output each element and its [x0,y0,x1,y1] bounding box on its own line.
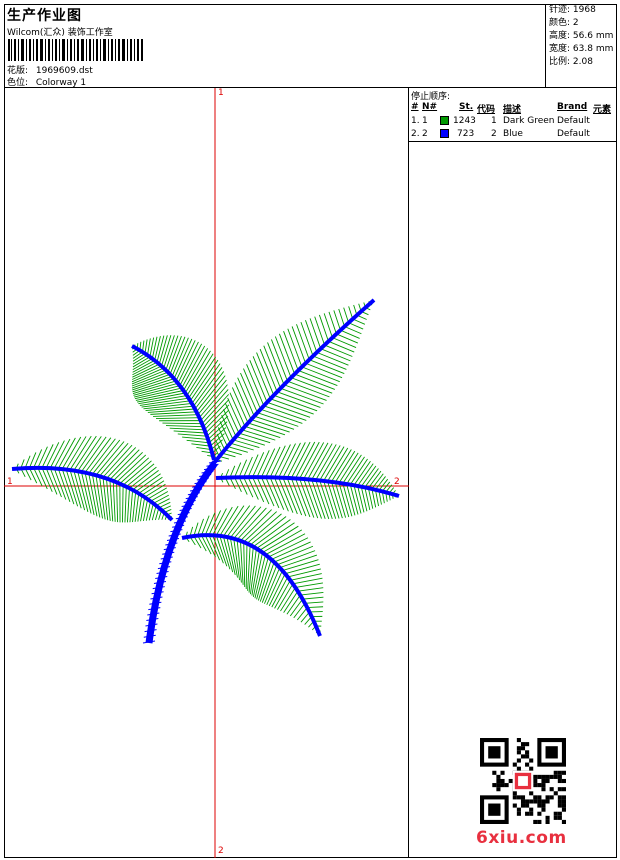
color-swatch [440,116,449,125]
col-element: 元素 [593,105,612,115]
axis-label-top: 1 [218,88,224,98]
spec-scale: 比例: 2.08 [549,57,593,67]
colorway-label: 色位: [7,78,29,88]
studio-name: Wilcom(汇众) 装饰工作室 [7,28,113,38]
qr-code [480,738,566,824]
axis-label-left: 1 [7,477,13,487]
col-index: # [411,102,419,112]
stop-sequence-panel: 停止顺序: # N# St. 代码 描述 Brand 元素 1. 1 1243 … [409,88,617,142]
col-stitches: St. [459,102,474,112]
col-code: 代码 [477,105,496,115]
col-number: N# [422,102,438,112]
watermark: 6xiu.com [476,828,567,848]
design-preview: 1 2 1 2 [4,88,409,858]
col-description: 描述 [503,105,522,115]
spec-height: 高度: 56.6 mm [549,31,614,41]
spec-box: 针迹: 1968 颜色: 2 高度: 56.6 mm 宽度: 63.8 mm 比… [545,4,617,87]
spec-colors: 颜色: 2 [549,18,579,28]
barcode [8,39,143,61]
axis-label-bottom: 2 [218,846,224,856]
stop-sequence-title: 停止顺序: [411,92,451,102]
spec-width: 宽度: 63.8 mm [549,44,614,54]
col-brand: Brand [557,102,588,112]
axis-label-right: 2 [394,477,400,487]
header: 生产作业图 Wilcom(汇众) 装饰工作室 花版: 1969609.dst 色… [4,4,617,88]
embroidery-design [4,88,409,858]
colorway-row: 色位: Colorway 1 [7,75,86,88]
colorway-name: Colorway 1 [35,78,87,88]
color-swatch [440,129,449,138]
page-title: 生产作业图 [7,8,82,24]
spec-stitches: 针迹: 1968 [549,5,596,15]
